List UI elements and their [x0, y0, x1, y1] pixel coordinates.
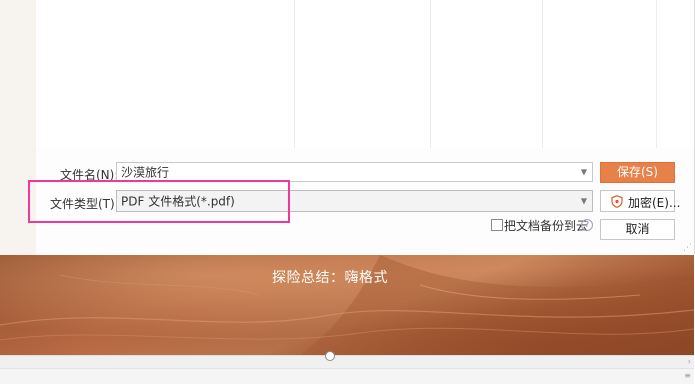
column-divider	[294, 0, 295, 148]
chevron-down-icon[interactable]: ▼	[581, 168, 587, 177]
backup-to-cloud-label: 把文档备份到云	[504, 219, 589, 233]
chevron-right-icon[interactable]: ›	[688, 357, 691, 366]
filename-combobox[interactable]: 沙漠旅行 ▼	[116, 162, 593, 182]
save-as-dialog: 文件名(N): 沙漠旅行 ▼ 保存(S) 文件类型(T): PDF 文件格式(*…	[0, 0, 695, 255]
column-divider	[656, 0, 657, 148]
cancel-button[interactable]: 取消	[600, 219, 675, 240]
dialog-left-strip	[0, 0, 36, 255]
chevron-down-icon[interactable]: ▼	[581, 197, 587, 206]
encrypt-button[interactable]: 加密(E)...	[600, 190, 680, 212]
resize-grip-icon[interactable]: ⋰	[683, 243, 692, 253]
backup-to-cloud-checkbox[interactable]	[491, 219, 503, 231]
desert-slide: 探险总结：嗨格式	[0, 255, 694, 355]
scroll-thumb[interactable]	[325, 351, 335, 361]
filename-input[interactable]: 沙漠旅行	[121, 164, 169, 181]
slide-title: 探险总结：嗨格式	[272, 270, 388, 286]
filetype-value: PDF 文件格式(*.pdf)	[121, 194, 235, 209]
shield-icon	[611, 195, 623, 208]
save-button[interactable]: 保存(S)	[600, 162, 675, 183]
filename-label: 文件名(N):	[60, 168, 119, 182]
save-button-label: 保存(S)	[617, 165, 658, 179]
horizontal-scrollbar[interactable]: ›	[0, 351, 694, 369]
collapse-icon[interactable]: ≡	[684, 371, 691, 380]
column-divider	[542, 0, 543, 148]
status-bar: ≡	[0, 368, 694, 384]
encrypt-button-label: 加密(E)...	[628, 196, 681, 210]
app-window: 文件名(N): 沙漠旅行 ▼ 保存(S) 文件类型(T): PDF 文件格式(*…	[0, 0, 695, 384]
help-icon[interactable]: ?	[581, 219, 593, 231]
column-divider	[430, 0, 431, 148]
file-list-area[interactable]	[36, 0, 694, 148]
filetype-label: 文件类型(T):	[50, 197, 119, 211]
filetype-select[interactable]: PDF 文件格式(*.pdf) ▼	[116, 190, 593, 212]
